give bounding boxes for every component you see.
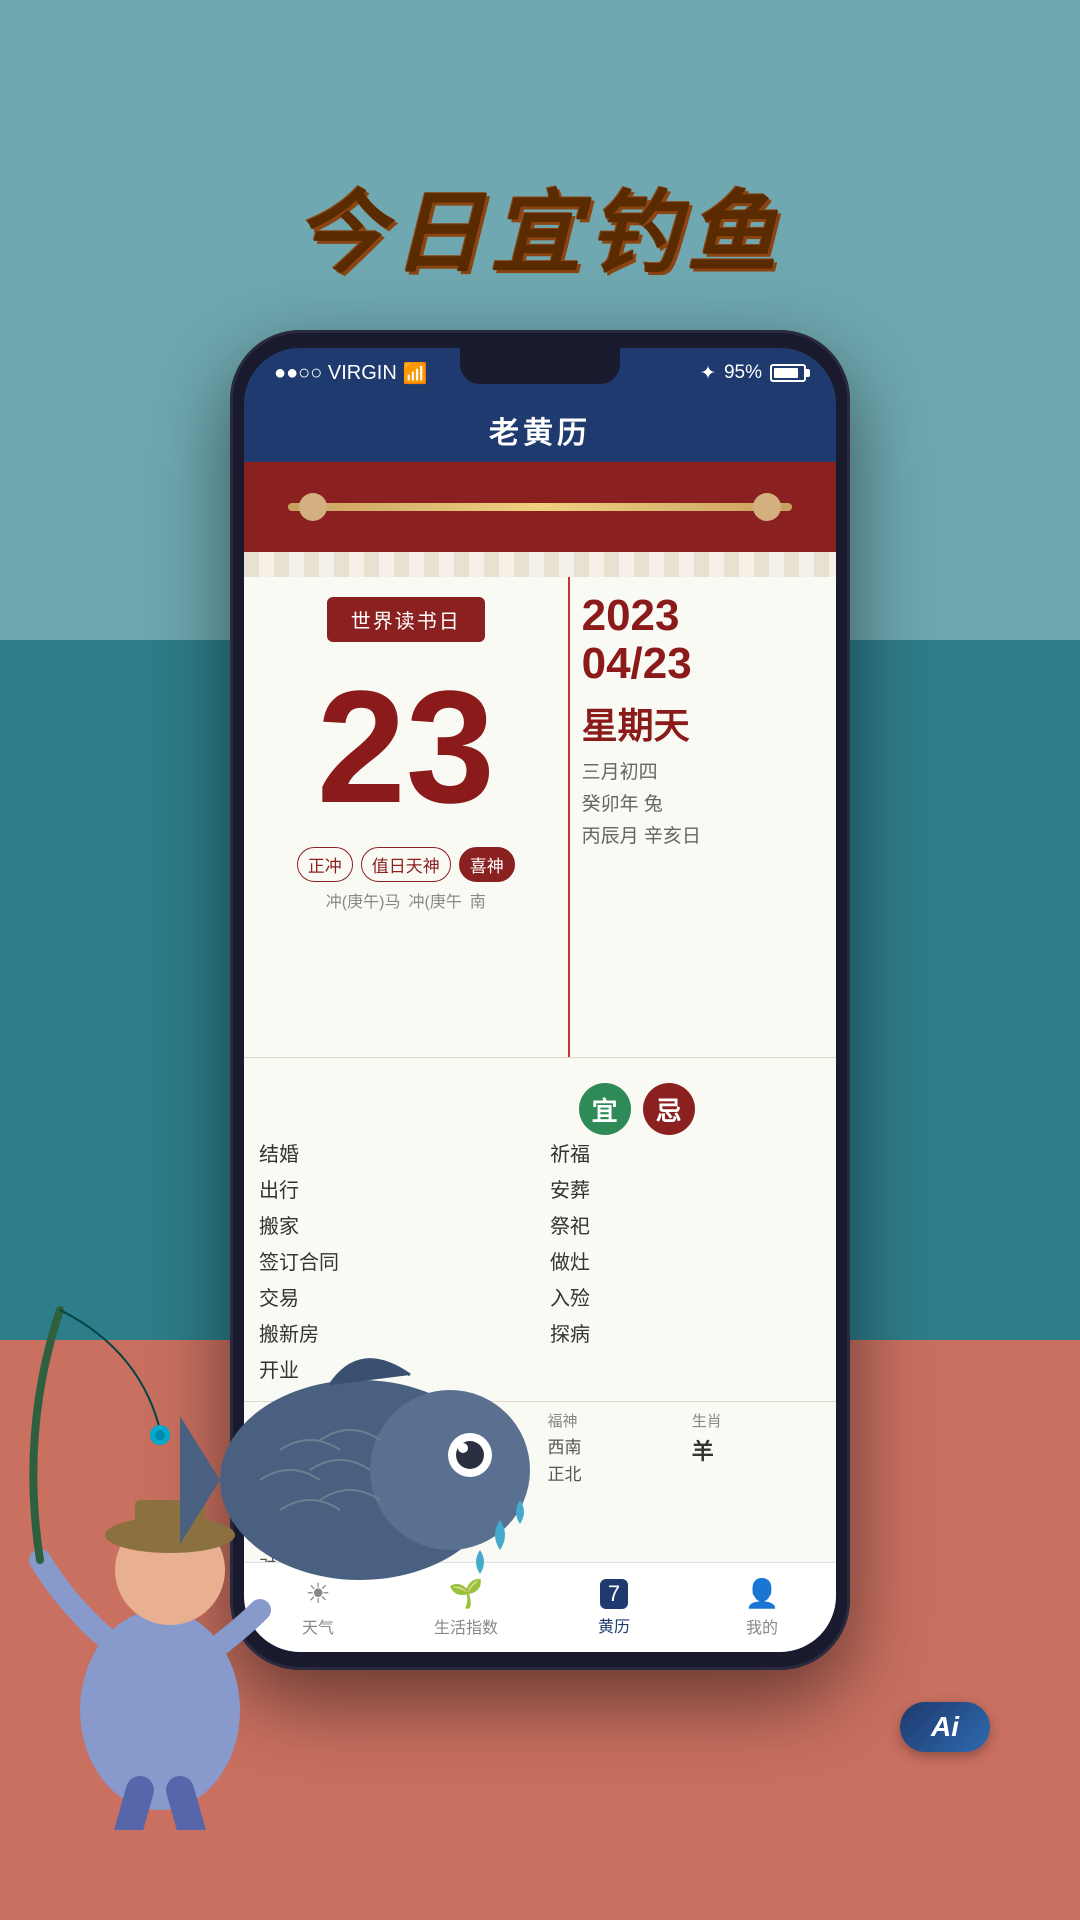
- yi-badge: 宜: [579, 1083, 631, 1135]
- cal-main: 世界读书日 23 正冲 值日天神 喜神 冲(庚午)马 冲(庚午 南: [244, 577, 836, 1057]
- cal-knob-left: [299, 493, 327, 521]
- ji-item-2: 安葬: [550, 1176, 821, 1206]
- tag-zhiri: 值日天神: [361, 847, 451, 882]
- ji-item-3: 祭祀: [550, 1212, 821, 1242]
- phone-notch: [460, 348, 620, 384]
- cal-day-number: 23: [317, 667, 495, 827]
- wifi-icon: 📶: [403, 361, 428, 386]
- cal-strip-bar: [288, 503, 791, 511]
- nav-profile[interactable]: 👤 我的: [688, 1577, 836, 1638]
- app-title: 老黄历: [489, 408, 591, 452]
- ji-item-5: 入殓: [550, 1284, 821, 1314]
- lucky-god-label2: 福神: [548, 1410, 677, 1434]
- yi-item-1: 结婚: [259, 1140, 530, 1170]
- cal-lunar: 三月初四 癸卯年 兔 丙辰月 辛亥日: [582, 757, 824, 854]
- ji-badge: 忌: [643, 1083, 695, 1135]
- cal-icon: 7: [600, 1579, 628, 1609]
- cal-weekday: 星期天: [582, 697, 824, 749]
- ai-button-label: Ai: [931, 1711, 959, 1743]
- ji-item-4: 做灶: [550, 1248, 821, 1278]
- cal-right: 2023 04/23 星期天 三月初四 癸卯年 兔 丙辰月 辛亥日: [570, 577, 836, 1057]
- lunar-day: 三月初四: [582, 757, 824, 789]
- calendar-top-strip: [244, 462, 836, 552]
- zodiac-val: 羊: [692, 1434, 821, 1469]
- tags-row: 正冲 值日天神 喜神: [297, 847, 515, 882]
- misc-col: 福神 西南 正北: [548, 1410, 677, 1562]
- yi-item-2: 出行: [259, 1176, 530, 1206]
- battery-icon: [770, 364, 806, 382]
- tag-xishen: 喜神: [459, 847, 515, 882]
- tag-sub3: 南: [470, 888, 486, 912]
- direction-n: 正北: [548, 1461, 677, 1488]
- carrier-text: ●●○○ VIRGIN: [274, 362, 397, 385]
- ji-item-1: 祈福: [550, 1140, 821, 1170]
- tag-zhongchong: 正冲: [297, 847, 353, 882]
- yi-ji-header: 宜 忌: [259, 1073, 821, 1140]
- tags-sub-row: 冲(庚午)马 冲(庚午 南: [326, 888, 486, 912]
- ai-button[interactable]: Ai: [900, 1702, 990, 1752]
- main-title: 今日宜钓鱼: [0, 160, 1080, 290]
- cal-month-day: 04/23: [582, 640, 824, 688]
- profile-icon: 👤: [745, 1577, 780, 1610]
- month-info: 丙辰月 辛亥日: [582, 821, 824, 853]
- event-badge: 世界读书日: [327, 597, 485, 642]
- zodiac-col: 生肖 羊: [692, 1410, 821, 1562]
- zodiac-year: 癸卯年 兔: [582, 789, 824, 821]
- status-right: ✦ 95%: [700, 362, 806, 385]
- app-title-bar: 老黄历: [244, 398, 836, 462]
- tag-sub2: 冲(庚午: [408, 888, 461, 912]
- fish-illustration: [180, 1320, 540, 1640]
- cal-label: 黄历: [598, 1613, 630, 1637]
- cal-year: 2023: [582, 592, 824, 640]
- zodiac-label: 生肖: [692, 1410, 821, 1434]
- profile-label: 我的: [746, 1614, 778, 1638]
- tag-sub1: 冲(庚午)马: [326, 888, 401, 912]
- battery-percent: 95%: [724, 362, 762, 384]
- direction-nw: 西南: [548, 1434, 677, 1461]
- cal-knob-right: [753, 493, 781, 521]
- torn-edge: [244, 552, 836, 577]
- ji-col: 祈福 安葬 祭祀 做灶 入殓 探病: [550, 1140, 821, 1386]
- ji-item-6: 探病: [550, 1320, 821, 1350]
- bluetooth-icon: ✦: [700, 362, 716, 385]
- cal-left: 世界读书日 23 正冲 值日天神 喜神 冲(庚午)马 冲(庚午 南: [244, 577, 570, 1057]
- nav-calendar[interactable]: 7 黄历: [540, 1579, 688, 1637]
- status-left: ●●○○ VIRGIN 📶: [274, 361, 428, 386]
